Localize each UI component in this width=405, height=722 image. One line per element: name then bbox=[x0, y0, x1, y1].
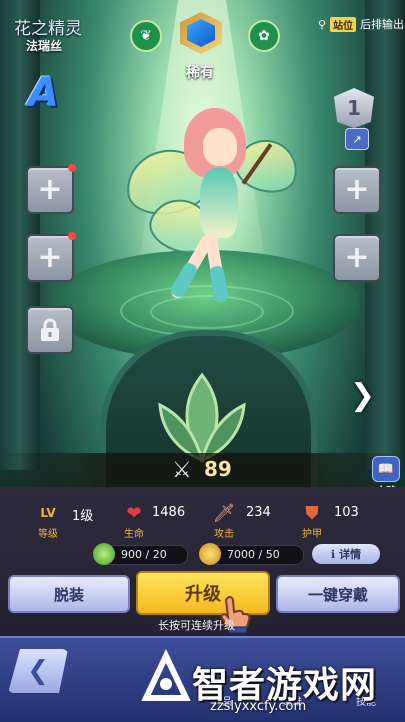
watermark-url: zzslyxxcfy.com bbox=[210, 699, 307, 714]
detail-button[interactable]: ℹ 详情 bbox=[312, 544, 380, 564]
notify-dot bbox=[68, 232, 76, 240]
fairy-body bbox=[200, 168, 238, 238]
book-icon: 📖 bbox=[372, 456, 400, 482]
fairy-face bbox=[203, 128, 237, 166]
equip-slot-locked[interactable] bbox=[26, 306, 74, 354]
person-icon: ⚲ bbox=[318, 17, 327, 31]
hero-grade: A bbox=[28, 70, 59, 116]
star-rank-value: 1 bbox=[347, 96, 361, 120]
shield-icon: ⛊ bbox=[305, 502, 319, 524]
stat-hp: ❤ 生命 bbox=[122, 502, 146, 541]
equip-slot-4[interactable]: + bbox=[333, 234, 381, 282]
gold-coin-icon bbox=[199, 543, 221, 565]
stat-label: 护甲 bbox=[302, 529, 322, 540]
stat-value: 234 bbox=[246, 505, 271, 520]
level-icon: LV bbox=[40, 506, 56, 520]
detail-label: 详情 bbox=[339, 548, 362, 561]
position-label: 后排输出 bbox=[360, 18, 405, 31]
equip-slot-1[interactable]: + bbox=[26, 164, 76, 214]
equip-all-button[interactable]: 一键穿戴 bbox=[276, 575, 400, 613]
plus-icon: + bbox=[344, 172, 370, 207]
lock-icon bbox=[41, 318, 59, 341]
exp-resource: 900 / 20 bbox=[93, 543, 188, 565]
stat-label: 攻击 bbox=[214, 529, 234, 540]
exp-value: 900 / 20 bbox=[121, 548, 167, 561]
gold-resource: 7000 / 50 bbox=[199, 543, 304, 565]
power-bar bbox=[0, 453, 405, 487]
leaf-element-icon[interactable]: ❦ bbox=[130, 20, 162, 52]
plus-icon: + bbox=[37, 240, 63, 275]
hero-name: 法瑞丝 bbox=[26, 39, 63, 53]
swords-icon: ⚔ bbox=[172, 458, 192, 483]
arrow-right-icon[interactable]: ❯ bbox=[350, 378, 375, 413]
stat-level: LV 等级 bbox=[36, 502, 60, 540]
position-badge: 站位 bbox=[330, 16, 357, 32]
hero-title: 花之精灵 bbox=[14, 19, 82, 39]
stat-value: 1486 bbox=[152, 505, 186, 520]
position-info[interactable]: ⚲ 站位 后排输出 bbox=[318, 16, 404, 32]
equip-slot-3[interactable]: + bbox=[333, 166, 381, 214]
plus-icon: + bbox=[37, 172, 63, 207]
share-icon[interactable]: ↗ bbox=[345, 128, 369, 150]
exp-potion-icon bbox=[93, 543, 115, 565]
stat-armor: ⛊ 护甲 bbox=[300, 502, 324, 541]
nature-element-icon[interactable]: ✿ bbox=[248, 20, 280, 52]
stat-attack: 🗡 攻击 bbox=[212, 502, 236, 541]
rarity-label: 稀有 bbox=[186, 65, 214, 81]
notify-dot bbox=[68, 164, 76, 172]
stat-label: 生命 bbox=[124, 529, 144, 540]
power-value: 89 bbox=[204, 457, 232, 481]
stat-value: 103 bbox=[334, 505, 359, 520]
equip-slot-2[interactable]: + bbox=[26, 232, 76, 282]
sword-icon: 🗡 bbox=[212, 502, 236, 524]
gold-value: 7000 / 50 bbox=[227, 548, 280, 561]
stat-value: 1级 bbox=[72, 509, 94, 524]
unequip-button[interactable]: 脱装 bbox=[8, 575, 130, 613]
heart-icon: ❤ bbox=[126, 502, 142, 524]
watermark-logo bbox=[141, 649, 191, 701]
info-icon: ℹ bbox=[330, 547, 336, 561]
long-press-hint: 长按可连续升级 bbox=[158, 619, 235, 632]
plus-icon: + bbox=[344, 240, 370, 275]
stat-label: 等级 bbox=[38, 529, 58, 540]
platform-ring bbox=[150, 295, 264, 329]
